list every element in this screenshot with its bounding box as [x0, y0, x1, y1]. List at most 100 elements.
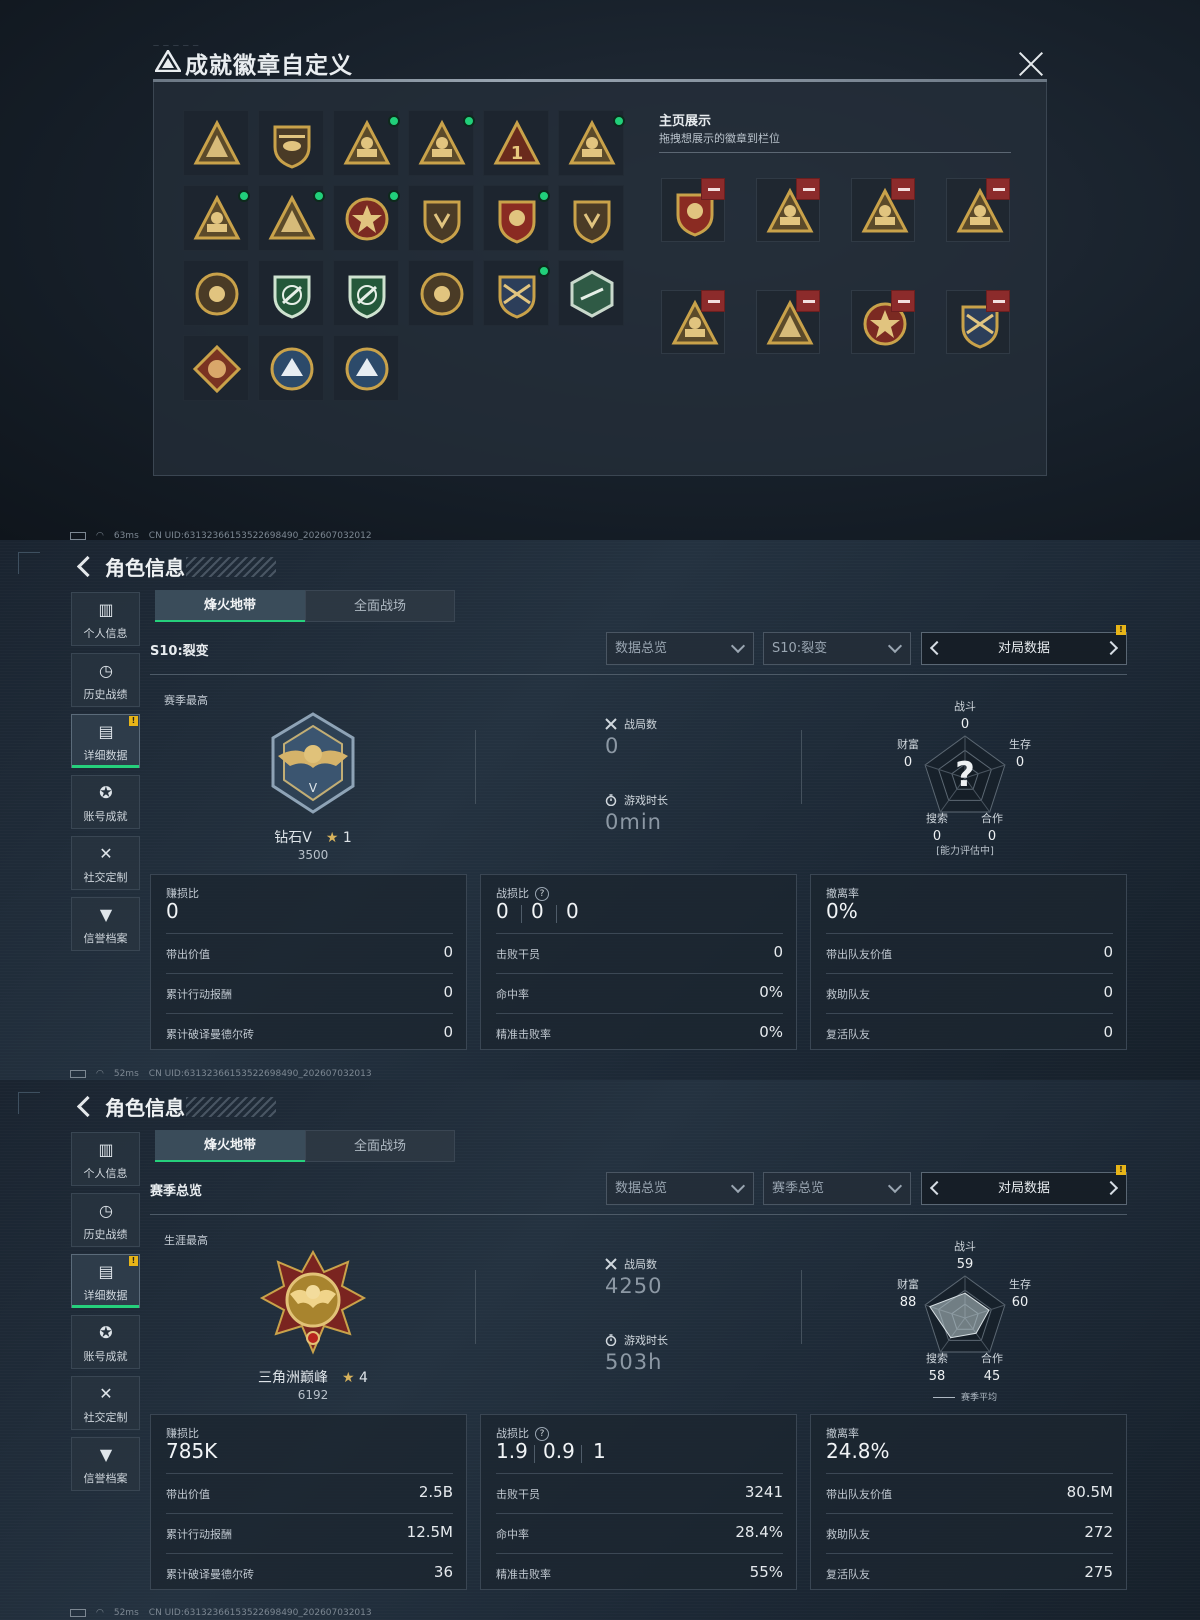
- title-stripes: [186, 1097, 276, 1117]
- achievement-badge[interactable]: [333, 185, 400, 251]
- nav-detail-data[interactable]: ▤ 详细数据!: [71, 714, 140, 768]
- nav-label: 账号成就: [83, 1350, 128, 1363]
- remove-badge-button[interactable]: [891, 178, 915, 200]
- medal-icon: ✪: [99, 783, 113, 802]
- dropdown-value: 数据总览: [615, 1181, 668, 1196]
- dropdown-value: 数据总览: [615, 641, 668, 656]
- chevron-right-icon[interactable]: [1103, 1180, 1119, 1196]
- achievement-badge[interactable]: [333, 260, 399, 326]
- tab-battlefield[interactable]: 全面战场: [305, 590, 455, 622]
- achievement-badge[interactable]: [558, 185, 624, 251]
- stat-row: 命中率 28.4%: [496, 1513, 783, 1551]
- achievement-badge[interactable]: [408, 110, 475, 176]
- achievement-badge[interactable]: [558, 260, 624, 326]
- achievement-badge[interactable]: [408, 260, 474, 326]
- tab-warzone[interactable]: 烽火地带: [155, 1130, 305, 1162]
- badge-emblem-icon: [273, 275, 311, 319]
- display-slot[interactable]: [946, 178, 1010, 242]
- achievement-badge[interactable]: [558, 110, 625, 176]
- match-data-pager[interactable]: 对局数据!: [921, 1165, 1127, 1205]
- stat-value: 12.5M: [406, 1523, 453, 1541]
- home-display-divider: [659, 152, 1011, 153]
- ability-radar-chart: 战斗 59 生存 60 财富 88 搜索 58 合作 45: [897, 1240, 1031, 1384]
- display-slot[interactable]: [661, 178, 725, 242]
- achievement-badge[interactable]: [183, 110, 249, 176]
- close-icon[interactable]: [1017, 50, 1045, 78]
- profit-card: 赚损比 0 带出价值 0 累计行动报酬 0 累计破译曼德尔砖 0: [150, 874, 467, 1050]
- stat-row: 精准击败率 0%: [496, 1013, 783, 1051]
- new-indicator-dot: [538, 265, 550, 277]
- achievement-badge[interactable]: [258, 260, 324, 326]
- display-slot[interactable]: [946, 290, 1010, 354]
- rank-name: 三角洲巅峰 ★ 4: [200, 1367, 426, 1387]
- achievement-badge[interactable]: [408, 185, 474, 251]
- season-dropdown[interactable]: S10:裂变: [763, 632, 911, 665]
- achievement-badge[interactable]: 1: [483, 110, 549, 176]
- achievement-badge[interactable]: [483, 185, 550, 251]
- nav-personal-info[interactable]: ▥ 个人信息: [71, 1132, 140, 1186]
- achievement-badge[interactable]: [258, 335, 324, 401]
- achievement-badge[interactable]: [183, 185, 250, 251]
- stat-label: 精准击败率: [496, 1568, 551, 1581]
- rank-score: 6192: [297, 1388, 329, 1402]
- nav-social[interactable]: ✕ 社交定制: [71, 1376, 140, 1430]
- chevron-down-icon: [887, 1178, 903, 1194]
- badge-emblem-icon: [192, 344, 242, 394]
- stat-row: 带出价值 2.5B: [166, 1473, 453, 1511]
- data-overview-dropdown[interactable]: 数据总览: [606, 1172, 754, 1205]
- chevron-right-icon[interactable]: [1103, 640, 1119, 656]
- nav-personal-info[interactable]: ▥ 个人信息: [71, 592, 140, 646]
- back-arrow-icon[interactable]: [74, 556, 92, 576]
- match-data-pager[interactable]: 对局数据!: [921, 625, 1127, 665]
- diamond-rank-emblem-icon: V: [271, 712, 355, 814]
- matches-value: 0: [605, 734, 620, 758]
- stat-value: 0: [443, 1023, 453, 1041]
- remove-badge-button[interactable]: [796, 290, 820, 312]
- achievement-badge[interactable]: [333, 110, 400, 176]
- divider: [801, 1270, 802, 1344]
- nav-history[interactable]: ◷ 历史战绩: [71, 653, 140, 707]
- display-slot[interactable]: [661, 290, 725, 354]
- nav-history[interactable]: ◷ 历史战绩: [71, 1193, 140, 1247]
- data-overview-dropdown[interactable]: 数据总览: [606, 632, 754, 665]
- chevron-left-icon[interactable]: [929, 1180, 945, 1196]
- season-dropdown[interactable]: 赛季总览: [763, 1172, 911, 1205]
- achievement-badge[interactable]: [333, 335, 399, 401]
- modal-title: 成就徽章自定义: [185, 53, 353, 79]
- stat-row: 命中率 0%: [496, 973, 783, 1011]
- nav-reputation[interactable]: ▼ 信誉档案: [71, 897, 140, 951]
- stat-row: 累计破译曼德尔砖 0: [166, 1013, 453, 1051]
- achievement-badge[interactable]: [483, 260, 550, 326]
- nav-social[interactable]: ✕ 社交定制: [71, 836, 140, 890]
- season-label: S10:裂变: [150, 644, 209, 659]
- nav-reputation[interactable]: ▼ 信誉档案: [71, 1437, 140, 1491]
- remove-badge-button[interactable]: [891, 290, 915, 312]
- badge-emblem-icon: [345, 197, 389, 241]
- display-slot[interactable]: [851, 290, 915, 354]
- chevron-left-icon[interactable]: [929, 640, 945, 656]
- achievement-badge[interactable]: [258, 185, 325, 251]
- remove-badge-button[interactable]: [986, 290, 1010, 312]
- nav-achievements[interactable]: ✪ 账号成就: [71, 775, 140, 829]
- remove-badge-button[interactable]: [986, 178, 1010, 200]
- nav-detail-data[interactable]: ▤ 详细数据!: [71, 1254, 140, 1308]
- display-slot[interactable]: [851, 178, 915, 242]
- back-arrow-icon[interactable]: [74, 1096, 92, 1116]
- display-slot[interactable]: [756, 178, 820, 242]
- achievement-badge[interactable]: [183, 260, 249, 326]
- achievement-badge[interactable]: [183, 335, 249, 401]
- stat-value: 0%: [759, 983, 783, 1001]
- remove-badge-button[interactable]: [701, 290, 725, 312]
- nav-achievements[interactable]: ✪ 账号成就: [71, 1315, 140, 1369]
- radar-value-team: 45: [984, 1369, 1001, 1384]
- remove-badge-button[interactable]: [796, 178, 820, 200]
- achievement-badge[interactable]: [258, 110, 324, 176]
- stat-row: 击败干员 0: [496, 933, 783, 971]
- ping-text: 52ms: [113, 1608, 139, 1618]
- badge-emblem-icon: [268, 194, 316, 240]
- tab-warzone[interactable]: 烽火地带: [155, 590, 305, 622]
- remove-badge-button[interactable]: [701, 178, 725, 200]
- tab-battlefield[interactable]: 全面战场: [305, 1130, 455, 1162]
- display-slot[interactable]: [756, 290, 820, 354]
- matches-label: 战局数: [624, 1258, 657, 1271]
